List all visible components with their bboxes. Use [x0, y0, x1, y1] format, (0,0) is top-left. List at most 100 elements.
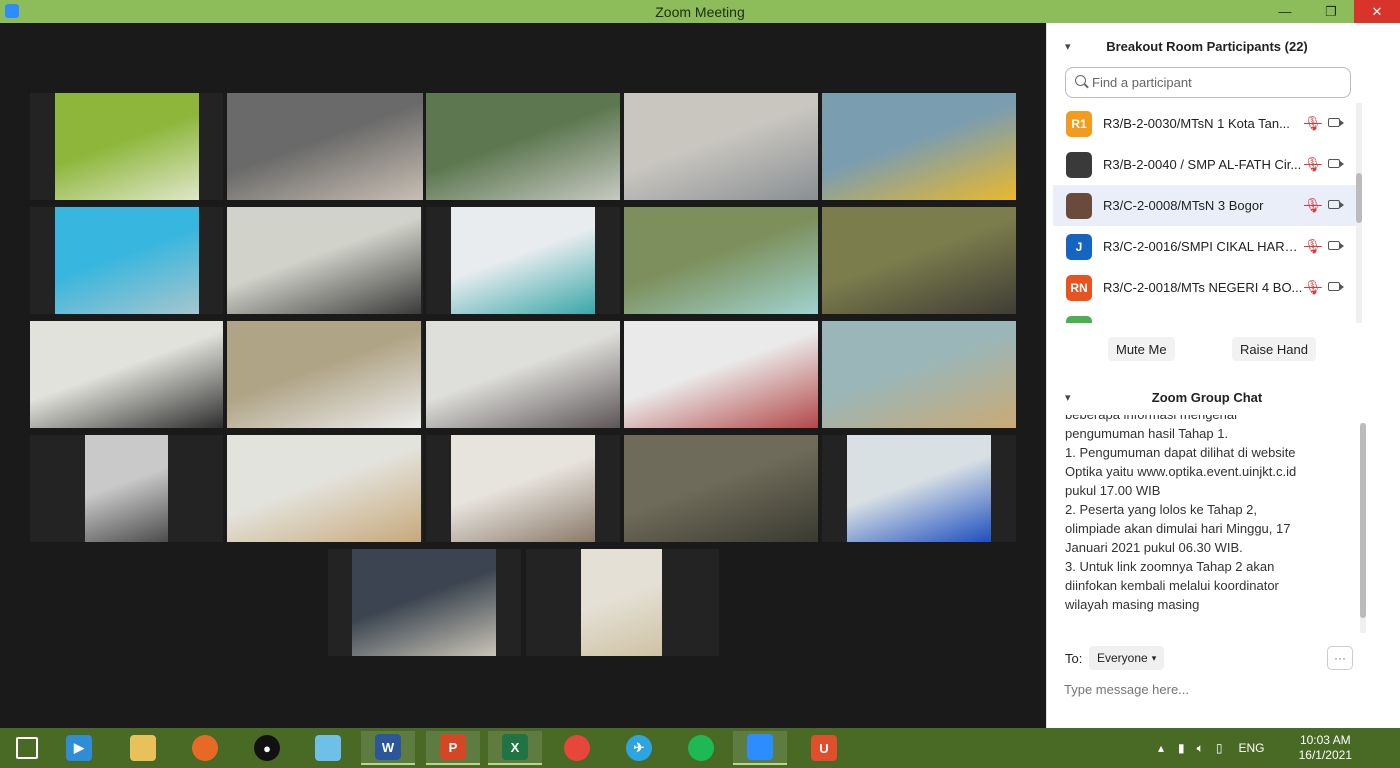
volume-icon[interactable]: 🔈︎ [1197, 741, 1204, 756]
participant-video-tile[interactable] [426, 435, 620, 542]
battery-icon[interactable]: ▯ [1216, 741, 1223, 755]
word-icon[interactable]: W [361, 731, 415, 765]
video-feed [451, 435, 595, 542]
chat-message-line: Optika yaitu www.optika.event.uinjkt.c.i… [1065, 464, 1297, 479]
chat-title: Zoom Group Chat [1151, 389, 1263, 405]
zoom-icon[interactable] [733, 731, 787, 765]
participant-video-tile[interactable] [227, 321, 423, 428]
video-camera-icon[interactable] [1328, 159, 1344, 168]
video-feed [822, 207, 1016, 314]
muted-mic-icon[interactable]: 🎙︎ [1304, 156, 1322, 173]
participant-video-tile[interactable] [426, 93, 620, 200]
muted-mic-icon[interactable]: 🎙︎ [1304, 279, 1322, 296]
app-icon[interactable]: U [797, 731, 851, 765]
chevron-down-icon[interactable]: ▾ [1065, 391, 1071, 404]
participant-video-tile[interactable] [30, 93, 223, 200]
network-icon[interactable]: ▮ [1178, 741, 1185, 755]
chat-message-line: pengumuman hasil Tahap 1. [1065, 426, 1229, 441]
mute-me-button[interactable]: Mute Me [1108, 337, 1175, 361]
video-camera-icon[interactable] [1328, 200, 1344, 209]
raise-hand-button[interactable]: Raise Hand [1232, 337, 1316, 361]
telegram-icon[interactable]: ✈ [612, 731, 666, 765]
participant-video-tile[interactable] [624, 93, 818, 200]
firefox-icon[interactable] [178, 731, 232, 765]
powerpoint-icon[interactable]: P [426, 731, 480, 765]
participant-video-tile[interactable] [227, 435, 423, 542]
video-camera-icon[interactable] [1328, 241, 1344, 250]
participant-row[interactable] [1053, 308, 1357, 323]
muted-mic-icon[interactable]: 🎙︎ [1304, 238, 1322, 255]
media-player-icon[interactable]: ▶ [52, 731, 106, 765]
participant-video-tile[interactable] [227, 93, 423, 200]
zoom-icon [5, 4, 19, 18]
taskbar: ▶ ● W P X ✈ U ▴ ▮ 🔈︎ ▯ ENG 10:03 AM 16/1/2021 [0, 728, 1400, 768]
recorder-icon[interactable]: ● [240, 731, 294, 765]
participant-video-tile[interactable] [822, 207, 1016, 314]
chrome-icon[interactable] [550, 731, 604, 765]
participant-row[interactable]: R3/C-2-0008/MTsN 3 Bogor 🎙︎ [1053, 185, 1357, 226]
avatar [1066, 151, 1092, 178]
participant-row[interactable]: J R3/C-2-0016/SMPI CIKAL HARA... 🎙︎ [1053, 226, 1357, 267]
maximize-button[interactable]: ❐ [1308, 0, 1354, 23]
participant-video-tile[interactable] [624, 207, 818, 314]
spotify-icon[interactable] [674, 731, 728, 765]
video-camera-icon[interactable] [1328, 118, 1344, 127]
excel-icon[interactable]: X [488, 731, 542, 765]
participant-search-input[interactable]: Find a participant [1065, 67, 1351, 98]
search-placeholder: Find a participant [1092, 75, 1192, 90]
video-gallery [0, 23, 1046, 728]
video-feed [581, 549, 662, 656]
participant-name: R3/C-2-0008/MTsN 3 Bogor [1103, 198, 1264, 213]
participant-video-tile[interactable] [822, 93, 1016, 200]
paint-icon[interactable] [301, 731, 355, 765]
muted-mic-icon[interactable]: 🎙︎ [1304, 197, 1322, 214]
close-button[interactable]: ✕ [1354, 0, 1400, 23]
windows-start-icon[interactable] [0, 731, 54, 765]
minimize-button[interactable]: — [1262, 0, 1308, 23]
chevron-down-icon[interactable]: ▾ [1065, 40, 1071, 53]
clock[interactable]: 10:03 AM 16/1/2021 [1299, 733, 1352, 763]
recipient-value: Everyone [1097, 651, 1148, 665]
video-feed [55, 207, 199, 314]
recipient-select[interactable]: Everyone ▾ [1089, 646, 1165, 670]
chat-message-line: Januari 2021 pukul 06.30 WIB. [1065, 540, 1243, 555]
participant-video-tile[interactable] [526, 549, 719, 656]
clock-date: 16/1/2021 [1298, 748, 1352, 762]
chevron-up-icon[interactable]: ▴ [1158, 741, 1164, 755]
participant-video-tile[interactable] [30, 321, 223, 428]
file-explorer-icon[interactable] [116, 731, 170, 765]
participant-video-tile[interactable] [624, 435, 818, 542]
chat-message-line: 3. Untuk link zoomnya Tahap 2 akan [1065, 559, 1275, 574]
participant-video-tile[interactable] [822, 321, 1016, 428]
system-tray[interactable]: ▴ ▮ 🔈︎ ▯ ENG [1158, 728, 1264, 768]
video-feed [624, 435, 818, 542]
chat-scrollbar[interactable] [1360, 423, 1366, 633]
participant-video-tile[interactable] [227, 207, 423, 314]
participant-video-tile[interactable] [30, 435, 223, 542]
participant-video-tile[interactable] [426, 207, 620, 314]
muted-mic-icon[interactable]: 🎙︎ [1304, 115, 1322, 132]
video-feed [352, 549, 496, 656]
message-input[interactable] [1064, 678, 1354, 700]
participant-scrollbar[interactable] [1356, 103, 1362, 323]
avatar: RN [1066, 274, 1092, 301]
participant-video-tile[interactable] [624, 321, 818, 428]
video-feed [227, 321, 421, 428]
video-camera-icon[interactable] [1328, 282, 1344, 291]
window-titlebar: Zoom Meeting — ❐ ✕ [0, 0, 1400, 23]
participant-video-tile[interactable] [822, 435, 1016, 542]
to-label: To: [1065, 651, 1083, 666]
participant-video-tile[interactable] [30, 207, 223, 314]
participant-video-tile[interactable] [328, 549, 521, 656]
chat-header[interactable]: ▾ Zoom Group Chat [1047, 385, 1367, 409]
participant-video-tile[interactable] [426, 321, 620, 428]
participant-name: R3/B-2-0040 / SMP AL-FATH Cir... [1103, 157, 1302, 172]
participants-header[interactable]: ▾ Breakout Room Participants (22) [1047, 34, 1367, 58]
search-icon [1075, 75, 1086, 86]
language-indicator[interactable]: ENG [1238, 741, 1264, 755]
sidebar: ▾ Breakout Room Participants (22) Find a… [1046, 23, 1400, 728]
participant-row[interactable]: R1 R3/B-2-0030/MTsN 1 Kota Tan... 🎙︎ [1053, 103, 1357, 144]
participant-row[interactable]: R3/B-2-0040 / SMP AL-FATH Cir... 🎙︎ [1053, 144, 1357, 185]
more-options-button[interactable]: ··· [1327, 646, 1353, 670]
participant-row[interactable]: RN R3/C-2-0018/MTs NEGERI 4 BO... 🎙︎ [1053, 267, 1357, 308]
